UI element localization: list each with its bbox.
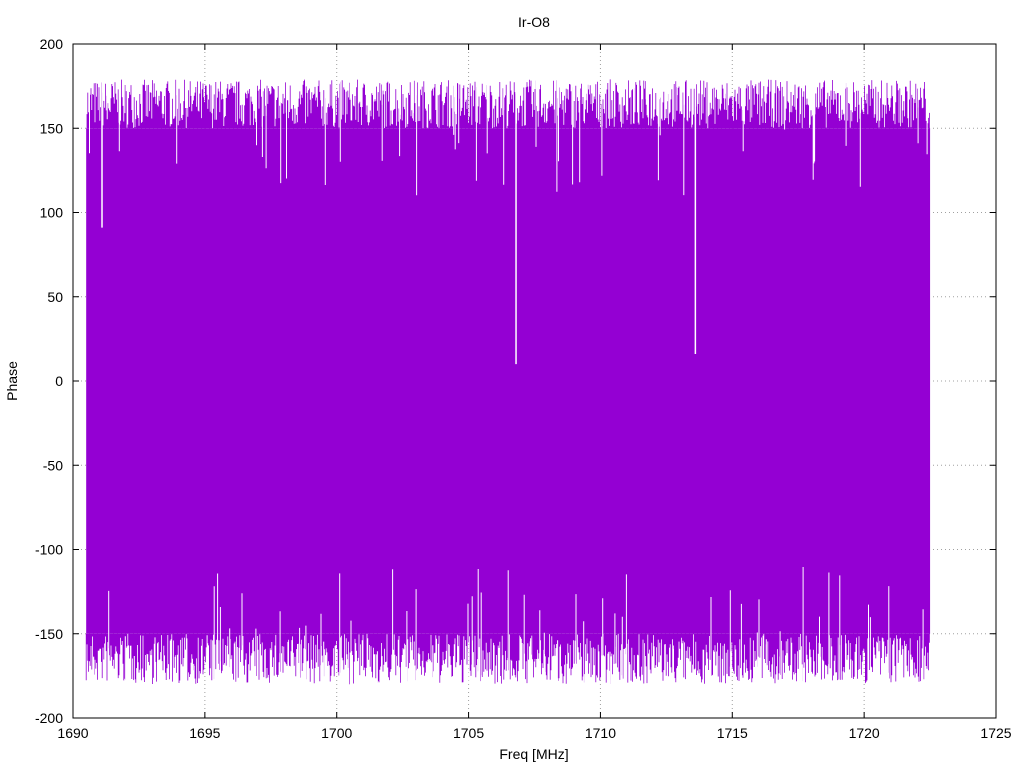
x-axis-label: Freq [MHz] — [499, 746, 568, 762]
y-tick-label: 50 — [47, 289, 63, 305]
x-tick-label: 1705 — [453, 725, 484, 741]
y-tick-label: 150 — [40, 120, 64, 136]
y-tick-label: 100 — [40, 205, 64, 221]
y-tick-label: -150 — [35, 626, 63, 642]
x-tick-label: 1695 — [189, 725, 220, 741]
y-axis-label: Phase — [4, 361, 20, 401]
x-tick-label: 1690 — [57, 725, 88, 741]
y-tick-label: 200 — [40, 36, 64, 52]
x-tick-label: 1710 — [585, 725, 616, 741]
y-tick-label: 0 — [55, 373, 63, 389]
x-tick-label: 1715 — [717, 725, 748, 741]
x-tick-label: 1725 — [980, 725, 1011, 741]
y-tick-label: -100 — [35, 542, 63, 558]
series-phase — [85, 77, 931, 685]
series-band — [86, 128, 931, 634]
x-tick-label: 1700 — [321, 725, 352, 741]
x-tick-label: 1720 — [849, 725, 880, 741]
y-tick-label: -200 — [35, 710, 63, 726]
y-tick-label: -50 — [43, 457, 63, 473]
chart-title: Ir-O8 — [518, 14, 550, 30]
phase-chart: Ir-O8 Phase Freq [MHz] 1690 1695 1700 1705 1… — [4, 14, 1012, 762]
